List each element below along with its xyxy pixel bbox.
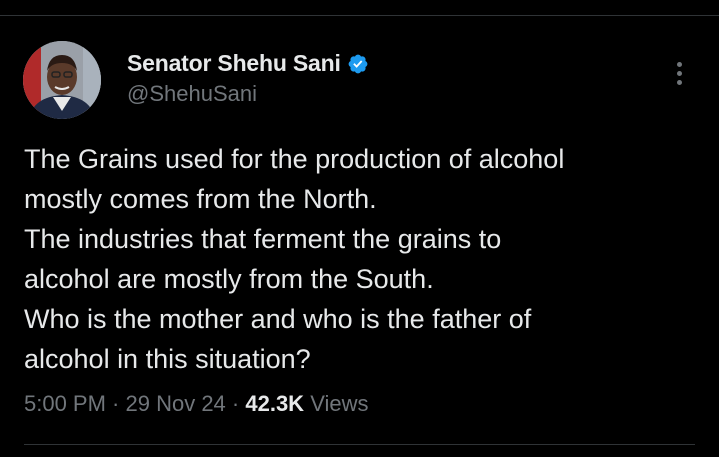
- more-dot: [676, 70, 682, 76]
- meta-separator: ·: [225, 391, 246, 416]
- views-label[interactable]: Views: [304, 391, 368, 417]
- more-dot: [676, 79, 682, 85]
- more-options-icon[interactable]: [666, 56, 692, 90]
- views-count[interactable]: 42.3K: [245, 391, 304, 417]
- tweet-text: The Grains used for the production of al…: [24, 144, 565, 374]
- meta-separator: ·: [105, 391, 126, 416]
- author-handle[interactable]: @ShehuSani: [127, 81, 257, 107]
- tweet-meta: 5:00 PM · 29 Nov 24 · 42.3K Views: [24, 391, 368, 417]
- author-display-name[interactable]: Senator Shehu Sani: [127, 50, 341, 77]
- more-dot: [676, 61, 682, 67]
- author-name-row[interactable]: Senator Shehu Sani: [127, 50, 369, 77]
- avatar-photo: [23, 41, 101, 119]
- top-divider: [0, 15, 719, 16]
- bottom-divider: [24, 444, 695, 445]
- avatar[interactable]: [23, 41, 101, 119]
- tweet-time[interactable]: 5:00 PM: [24, 391, 106, 417]
- verified-badge-icon: [347, 53, 369, 75]
- tweet-date[interactable]: 29 Nov 24: [126, 391, 226, 417]
